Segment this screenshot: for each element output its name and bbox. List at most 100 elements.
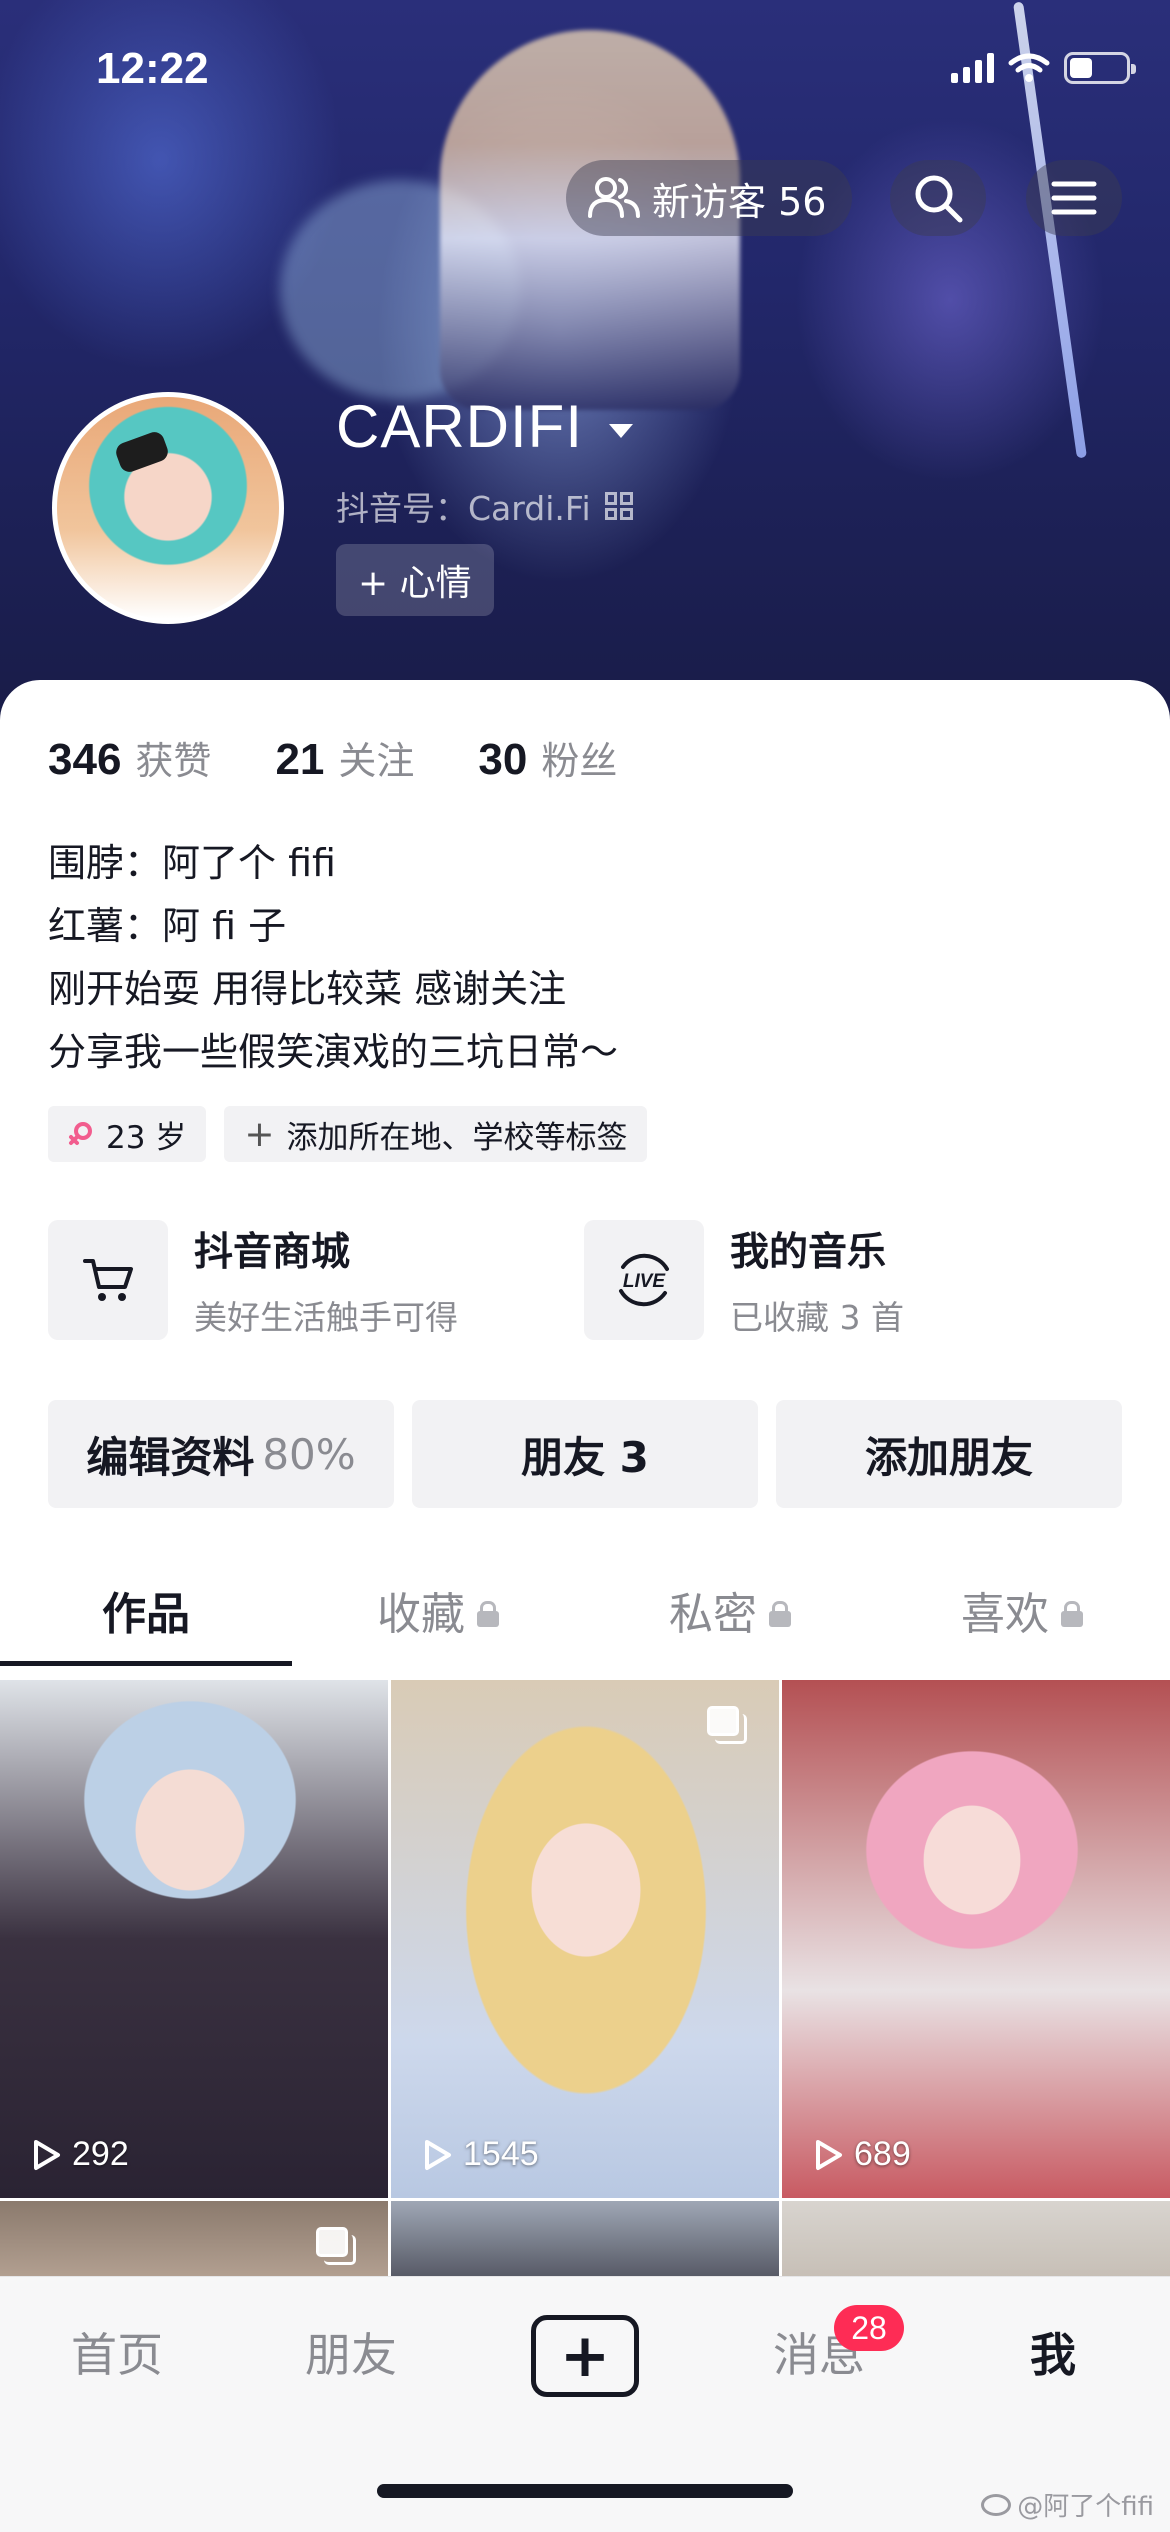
wifi-icon: [1008, 53, 1050, 82]
stat-following-value: 21: [275, 735, 325, 784]
douyin-id-text: 抖音号：Cardi.Fi: [336, 489, 591, 528]
play-icon: [425, 2139, 451, 2170]
video-grid: 292 1545 689: [0, 1680, 1170, 2321]
svg-text:LIVE: LIVE: [623, 1271, 667, 1292]
age-tag-label: 23 岁: [106, 1119, 187, 1156]
edit-profile-button[interactable]: 编辑资料 80%: [48, 1400, 394, 1508]
music-entry-title: 我的音乐: [730, 1230, 887, 1275]
add-tag-button[interactable]: + 添加所在地、学校等标签: [224, 1106, 648, 1162]
music-entry[interactable]: LIVE 我的音乐 已收藏 3 首: [584, 1220, 1120, 1340]
post-plus-icon: +: [531, 2315, 639, 2397]
profile-actions: 编辑资料 80% 朋友 3 添加朋友: [48, 1400, 1122, 1508]
nav-me[interactable]: 我: [936, 2315, 1170, 2395]
tab-works-label: 作品: [102, 1589, 190, 1640]
qr-code-icon[interactable]: [604, 492, 633, 520]
status-icons: [951, 52, 1136, 84]
video-thumbnail[interactable]: 292: [0, 1680, 388, 2198]
nav-friends[interactable]: 朋友: [234, 2315, 468, 2395]
bio[interactable]: 围脖：阿了个 fifi 红薯：阿 fi 子 刚开始耍 用得比较菜 感谢关注 分享…: [48, 832, 618, 1084]
status-time: 12:22: [96, 44, 209, 93]
live-music-icon: LIVE: [584, 1220, 704, 1340]
stat-following[interactable]: 21 关注: [275, 730, 414, 785]
play-icon: [816, 2139, 842, 2170]
multi-image-icon: [707, 1706, 751, 1746]
profile-sheet: 346 获赞 21 关注 30 粉丝 围脖：阿了个 fifi 红薯：阿 fi 子…: [0, 680, 1170, 2532]
nav-post[interactable]: +: [468, 2315, 702, 2397]
add-friend-label: 添加朋友: [864, 1432, 1033, 1482]
edit-profile-progress: 80%: [262, 1429, 356, 1479]
play-count-value: 292: [72, 2135, 129, 2173]
nickname[interactable]: CARDIFI: [336, 392, 633, 461]
new-visitors-button[interactable]: 新访客 56: [566, 160, 853, 236]
mood-button-label: + 心情: [358, 563, 472, 604]
home-indicator[interactable]: [377, 2484, 793, 2498]
watermark-text: @阿了个fifi: [1017, 2492, 1154, 2522]
visitors-icon: [588, 177, 640, 218]
nav-messages[interactable]: 消息 28: [702, 2305, 936, 2395]
plus-icon: +: [244, 1113, 275, 1155]
lock-icon: [477, 1601, 499, 1627]
douyin-id[interactable]: 抖音号：Cardi.Fi: [336, 482, 633, 530]
stat-followers[interactable]: 30 粉丝: [478, 730, 617, 785]
friends-button[interactable]: 朋友 3: [412, 1400, 758, 1508]
stat-followers-label: 粉丝: [541, 739, 618, 783]
stat-followers-value: 30: [478, 735, 528, 784]
bio-line: 围脖：阿了个 fifi: [48, 841, 336, 885]
play-count: 1545: [421, 2135, 539, 2174]
play-icon: [34, 2139, 60, 2170]
video-thumbnail[interactable]: 689: [782, 1680, 1170, 2198]
new-visitors-label: 新访客 56: [652, 179, 827, 224]
stat-following-label: 关注: [338, 739, 415, 783]
shop-entry[interactable]: 抖音商城 美好生活触手可得: [48, 1220, 584, 1340]
content-tabs: 作品 收藏 私密 喜欢: [0, 1560, 1170, 1666]
play-count-value: 689: [854, 2135, 911, 2173]
tab-likes[interactable]: 喜欢: [876, 1560, 1168, 1660]
tab-likes-label: 喜欢: [961, 1589, 1049, 1640]
multi-image-icon: [316, 2227, 360, 2267]
menu-button[interactable]: [1026, 160, 1122, 236]
edit-profile-label: 编辑资料: [86, 1432, 255, 1482]
friends-button-label: 朋友 3: [521, 1432, 649, 1482]
stat-likes-label: 获赞: [135, 739, 212, 783]
shop-entry-subtitle: 美好生活触手可得: [194, 1298, 458, 1337]
play-count: 689: [812, 2135, 911, 2174]
lock-icon: [1061, 1601, 1083, 1627]
play-count: 292: [30, 2135, 129, 2174]
stat-likes[interactable]: 346 获赞: [48, 730, 211, 785]
feature-entries: 抖音商城 美好生活触手可得 LIVE 我的音乐 已收藏 3 首: [48, 1220, 1120, 1340]
messages-badge: 28: [834, 2305, 904, 2351]
battery-icon: [1064, 52, 1136, 84]
bio-line: 刚开始耍 用得比较菜 感谢关注: [48, 967, 567, 1011]
tab-favorites[interactable]: 收藏: [292, 1560, 584, 1660]
tab-private-label: 私密: [669, 1589, 757, 1640]
avatar[interactable]: [52, 392, 284, 624]
play-count-value: 1545: [463, 2135, 539, 2173]
caret-down-icon[interactable]: [609, 423, 633, 438]
stat-likes-value: 346: [48, 735, 122, 784]
profile-tags: 23 岁 + 添加所在地、学校等标签: [48, 1106, 648, 1162]
weibo-icon: [981, 2493, 1012, 2516]
menu-icon: [1051, 181, 1097, 215]
search-button[interactable]: [890, 160, 986, 236]
lock-icon: [769, 1601, 791, 1627]
stats-row: 346 获赞 21 关注 30 粉丝: [48, 730, 617, 785]
add-tag-label: 添加所在地、学校等标签: [286, 1119, 628, 1156]
cart-icon: [48, 1220, 168, 1340]
nav-home[interactable]: 首页: [0, 2315, 234, 2395]
tab-private[interactable]: 私密: [584, 1560, 876, 1660]
mood-button[interactable]: + 心情: [336, 544, 494, 616]
tab-works[interactable]: 作品: [0, 1560, 292, 1666]
add-friend-button[interactable]: 添加朋友: [776, 1400, 1122, 1508]
music-entry-subtitle: 已收藏 3 首: [730, 1298, 904, 1337]
female-icon: [69, 1122, 92, 1145]
watermark: @阿了个fifi: [981, 2486, 1154, 2523]
shop-entry-title: 抖音商城: [194, 1230, 351, 1275]
bio-line: 分享我一些假笑演戏的三坑日常～: [48, 1030, 619, 1074]
video-thumbnail[interactable]: 1545: [391, 1680, 779, 2198]
age-tag[interactable]: 23 岁: [48, 1106, 207, 1162]
nickname-text: CARDIFI: [336, 393, 583, 460]
tab-favorites-label: 收藏: [377, 1589, 465, 1640]
signal-icon: [951, 53, 994, 83]
bio-line: 红薯：阿 fi 子: [48, 904, 287, 948]
search-icon: [915, 175, 963, 223]
